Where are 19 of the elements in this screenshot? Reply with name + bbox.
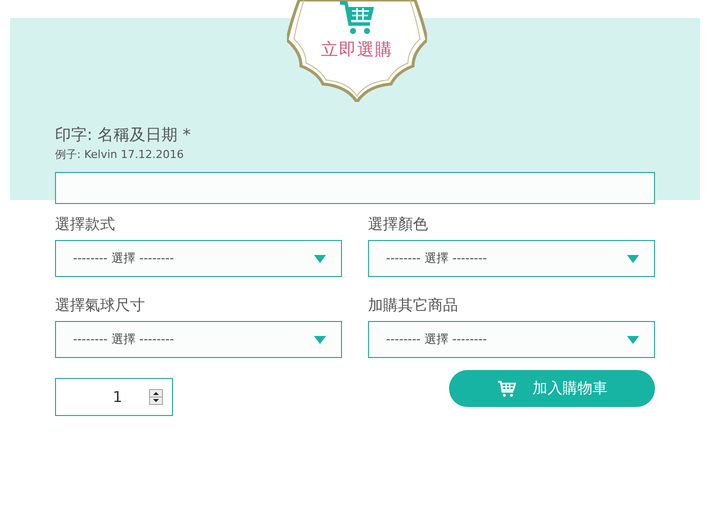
caret-icon	[627, 336, 639, 344]
dropdown[interactable]: -------- 選擇 --------	[55, 240, 342, 277]
option-label: 選擇顏色	[368, 214, 429, 234]
engraving-label: 印字: 名稱及日期 *	[55, 125, 192, 145]
option-label: 加購其它商品	[368, 295, 459, 315]
badge-title: 立即選購	[320, 39, 394, 61]
dropdown[interactable]: -------- 選擇 --------	[55, 321, 342, 358]
caret-icon	[314, 336, 326, 344]
dropdown[interactable]: -------- 選擇 --------	[368, 240, 655, 277]
caret-icon	[314, 254, 326, 262]
option-label: 選擇款式	[55, 214, 116, 234]
engraving-example: 例子: Kelvin 17.12.2016	[55, 147, 185, 162]
cart-icon	[496, 380, 516, 398]
option-label: 選擇氣球尺寸	[55, 295, 146, 315]
quantity-field[interactable]: 1	[55, 378, 173, 416]
spinner-icon[interactable]	[149, 389, 163, 405]
dropdown[interactable]: -------- 選擇 --------	[368, 321, 655, 358]
caret-icon	[627, 254, 639, 262]
engraving-input-field[interactable]	[55, 172, 655, 204]
